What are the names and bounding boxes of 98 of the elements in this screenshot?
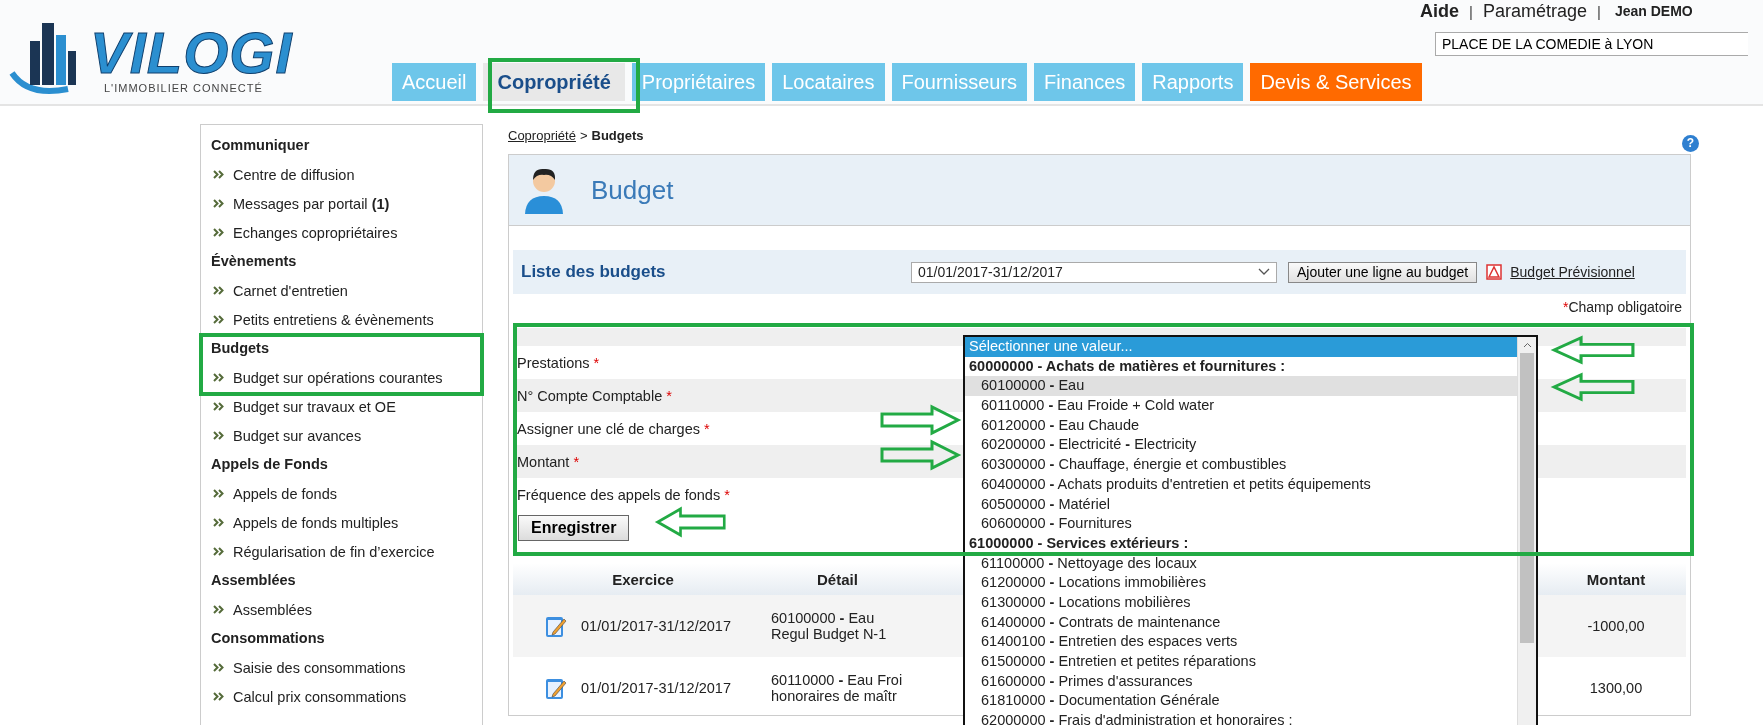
dropdown-option[interactable]: 60200000 - Electricité - Electricity [965,435,1517,456]
field-label: Assigner une clé de charges * [517,420,710,437]
sidebar-heading: Assemblées [210,571,297,590]
chevron-icon [213,489,224,498]
link-separator: | [1469,2,1473,20]
chevron-icon [213,547,224,556]
user-avatar-icon [523,166,565,214]
dropdown-option[interactable]: 60120000 - Eau Chaude [965,415,1517,436]
sidebar-link[interactable]: Saisie des consommations [233,654,406,681]
field-label: Prestations * [517,354,600,371]
nav-tab[interactable]: Copropriété [483,63,625,101]
page-title: Budget [591,174,674,206]
link-separator: | [1597,2,1601,20]
property-field[interactable]: PLACE DE LA COMEDIE à LYON [1435,32,1748,56]
chevron-icon [213,199,224,208]
sidebar-link[interactable]: Régularisation de fin d’exercice [233,538,435,565]
sidebar-link[interactable]: Messages par portail (1) [233,190,390,217]
table-cell: Regul Budget N-1 [771,626,887,642]
user-name[interactable]: Jean DEMO [1614,3,1693,19]
logo-wordmark: VILOGI [90,24,293,82]
caret-icon[interactable] [1258,268,1270,276]
chevron-icon [213,518,224,527]
sidebar-heading: Budgets [210,339,270,358]
table-cell: 60110000 - Eau Froi [771,672,903,688]
field-label: N° Compte Comptable * [517,387,672,404]
sidebar-link[interactable]: Assemblées [233,596,312,623]
dropdown-option[interactable]: 61400000 - Contrats de maintenance [965,612,1517,633]
sidebar-link[interactable]: Budget sur avances [233,422,362,449]
table-cell: 60100000 - Eau [771,610,875,626]
field-label: Montant * [517,453,580,470]
edit-icon[interactable] [545,676,567,700]
dropdown-option[interactable]: 60600000 - Fournitures [965,514,1517,534]
dropdown-option[interactable]: 60400000 - Achats produits d'entretien et petits équipements [965,474,1517,495]
dropdown-option[interactable]: 60100000 - Eau [965,376,1517,397]
table-cell-text: 01/01/2017-31/12/2017 [581,680,732,696]
chevron-icon [213,315,224,324]
dropdown-option[interactable]: 61810000 - Documentation Générale [965,691,1517,712]
sidebar-link[interactable]: Petits entretiens & évènements [233,306,434,333]
sidebar-link[interactable]: Echanges copropriétaires [233,219,398,246]
chevron-icon [213,431,224,440]
dropdown-option[interactable]: 61400100 - Entretien des espaces verts [965,632,1517,652]
add-line-button[interactable]: Ajouter une ligne au budget [1288,261,1478,283]
chevron-icon [213,286,224,295]
sidebar-link[interactable]: Centre de diffusion [233,161,355,188]
header-link[interactable]: Paramétrage [1482,0,1587,22]
chevron-icon [213,605,224,614]
dropdown-option[interactable]: 61100000 - Nettoyage des locaux [965,553,1517,574]
dropdown-option[interactable]: 60300000 - Chauffage, énergie et combustibles [965,455,1517,475]
sidebar-link[interactable]: Budget sur opérations courantes [233,364,443,391]
chevron-icon [213,663,224,672]
breadcrumb-separator: > [579,127,588,143]
column-header: Montant [1585,570,1647,588]
table-cell-text: -1000,00 [1586,618,1646,634]
dropdown-option[interactable]: 61200000 - Locations immobilières [965,573,1517,593]
help-icon[interactable]: ? [1682,134,1699,152]
sidebar-heading: Évènements [210,252,298,271]
pdf-icon[interactable] [1485,263,1504,281]
dropdown-option[interactable]: 62000000 - Frais d'administration et honoraires : [965,711,1517,725]
scrollbar[interactable] [1517,337,1536,725]
period-select[interactable]: 01/01/2017-31/12/2017 [911,261,1277,283]
chevron-icon [213,402,224,411]
sidebar-link[interactable]: Calcul prix consommations [233,683,407,710]
required-note: *Champ obligatoire [1562,299,1682,315]
breadcrumb-link[interactable]: Copropriété [508,127,576,143]
dropdown-option[interactable]: 61300000 - Locations mobilières [965,592,1517,613]
sidebar-link[interactable]: Budget sur travaux et OE [233,393,396,420]
chevron-icon [213,228,224,237]
scroll-up-icon[interactable] [1522,342,1532,348]
header-link[interactable]: Aide [1420,0,1459,22]
dropdown-option[interactable]: 60110000 - Eau Froide + Cold water [965,396,1517,416]
dropdown-option[interactable]: 61500000 - Entretien et petites réparations [965,652,1517,672]
chevron-icon [213,373,224,382]
column-header: Exercice [611,570,675,588]
sidebar-link[interactable]: Appels de fonds [233,480,337,507]
dropdown-option[interactable]: 60000000 - Achats de matières et fournitures : [965,356,1517,377]
dropdown-list[interactable] [963,335,1538,725]
forecast-budget-link[interactable]: Budget Prévisionnel [1510,264,1635,280]
chevron-icon [213,170,224,179]
sidebar-link[interactable]: Carnet d'entretien [233,277,348,304]
table-cell-text: 1300,00 [1588,680,1644,696]
dropdown-option[interactable]: 61600000 - Primes d'assurances [965,671,1517,692]
annotation-arrow [654,506,726,538]
sidebar-link[interactable]: Appels de fonds multiples [233,509,399,536]
section-title: Liste des budgets [521,262,667,282]
breadcrumb-current: Budgets [591,127,644,143]
save-button[interactable]: Enregistrer [518,515,630,541]
field-label: Fréquence des appels de fonds * [517,486,730,503]
sidebar-heading: Communiquer [210,136,311,155]
column-header: Détail [817,570,858,588]
logo-tagline: L'IMMOBILIER CONNECTÉ [104,82,264,94]
sidebar-heading: Appels de Fonds [210,455,329,474]
dropdown-option[interactable]: 60500000 - Matériel [965,494,1517,515]
dropdown-option[interactable]: 61000000 - Services extérieurs : [965,533,1517,554]
table-cell-text: 01/01/2017-31/12/2017 [581,618,732,634]
sidebar-heading: Consommations [210,629,326,648]
chevron-icon [213,692,224,701]
table-cell: honoraires de maîtr [771,688,897,704]
edit-icon[interactable] [545,614,567,638]
